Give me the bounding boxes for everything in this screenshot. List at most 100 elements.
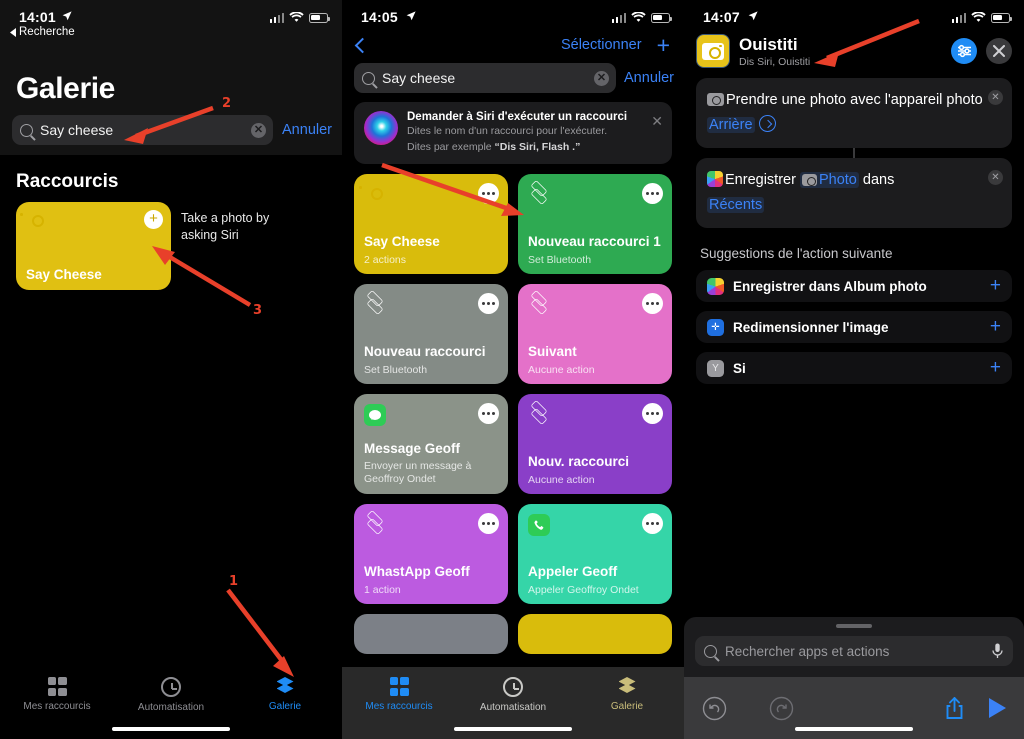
suggestion-row[interactable]: Enregistrer dans Album photo +	[696, 270, 1012, 302]
back-button[interactable]	[354, 37, 371, 53]
search-input[interactable]: Say cheese ✕	[354, 63, 617, 93]
card-menu-button[interactable]	[642, 403, 663, 424]
sidebar-item-galerie[interactable]: Galerie	[570, 667, 684, 739]
grid-icon	[47, 677, 67, 696]
toolbar-right-actions	[944, 696, 1006, 721]
close-button[interactable]	[986, 38, 1012, 64]
chevron-right-icon[interactable]	[758, 115, 776, 132]
shortcut-card[interactable]: Suivant Aucune action	[518, 284, 672, 384]
clear-search-button[interactable]: ✕	[594, 70, 610, 86]
card-menu-button[interactable]	[478, 183, 499, 204]
shortcut-card[interactable]: Nouveau raccourci 1 Set Bluetooth	[518, 174, 672, 274]
search-icon	[362, 71, 375, 85]
tab-label: Mes raccourcis	[23, 701, 91, 712]
panel1-header: 14:01 Recherche Galerie Say cheese ✕ Ann…	[0, 0, 342, 155]
grid-icon	[389, 677, 409, 696]
add-suggestion-button[interactable]: +	[990, 316, 1001, 338]
status-indicators	[951, 12, 1012, 23]
shortcut-card[interactable]: Nouv. raccourci Aucune action	[518, 394, 672, 494]
clock-icon	[503, 677, 523, 697]
add-button[interactable]: +	[657, 34, 670, 57]
search-row: Say cheese ✕ Annuler	[12, 115, 332, 145]
shortcut-card[interactable]: Message Geoff Envoyer un message à Geoff…	[354, 394, 508, 494]
home-indicator	[795, 726, 913, 731]
camera-icon	[707, 93, 724, 106]
settings-sliders-button[interactable]	[951, 38, 977, 64]
add-suggestion-button[interactable]: +	[990, 275, 1001, 297]
cancel-search-button[interactable]: Annuler	[282, 122, 332, 138]
shortcut-card[interactable]: WhastApp Geoff 1 action	[354, 504, 508, 604]
wifi-icon	[971, 12, 986, 22]
card-menu-button[interactable]	[642, 513, 663, 534]
redo-icon[interactable]	[769, 696, 794, 721]
shortcut-card[interactable]: Appeler Geoff Appeler Geoffroy Ondet	[518, 504, 672, 604]
action-take-photo[interactable]: Prendre une photo avec l'appareil photo …	[696, 78, 1012, 148]
messages-icon	[364, 404, 386, 426]
remove-action-button[interactable]: ✕	[988, 170, 1003, 185]
card-menu-button[interactable]	[478, 403, 499, 424]
sliders-icon	[957, 44, 971, 58]
resize-icon: ✛	[707, 318, 724, 336]
sidebar-item-mes-raccourcis[interactable]: Mes raccourcis	[0, 667, 114, 739]
search-value: Say cheese	[382, 70, 456, 86]
close-icon[interactable]: ✕	[651, 113, 663, 130]
siri-banner-text: Demander à Siri d'exécuter un raccourci …	[407, 111, 627, 155]
shortcut-card-partial[interactable]	[518, 614, 672, 654]
add-shortcut-plus[interactable]: +	[144, 210, 163, 229]
shortcut-card[interactable]: Say Cheese 2 actions	[354, 174, 508, 274]
sheet-grabber[interactable]	[836, 624, 872, 628]
shortcut-icon[interactable]	[696, 34, 730, 68]
card-subtitle: Aucune action	[528, 364, 595, 376]
action-token-camera[interactable]: Arrière	[707, 117, 755, 133]
add-suggestion-button[interactable]: +	[990, 357, 1001, 379]
search-input[interactable]: Say cheese ✕	[12, 115, 274, 145]
sheet-search-input[interactable]: Rechercher apps et actions	[695, 636, 1013, 666]
shortcut-card-partial[interactable]	[354, 614, 508, 654]
action-text: Enregistrer	[725, 172, 800, 188]
clear-search-button[interactable]: ✕	[251, 122, 267, 138]
search-value: Say cheese	[40, 122, 114, 138]
location-arrow-icon	[62, 11, 72, 21]
shortcut-card[interactable]: Nouveau raccourci Set Bluetooth	[354, 284, 508, 384]
siri-banner-line1: Dites le nom d'un raccourci pour l'exécu…	[407, 125, 608, 137]
select-button[interactable]: Sélectionner	[561, 37, 642, 53]
play-icon[interactable]	[989, 698, 1006, 718]
action-token-album[interactable]: Récents	[707, 197, 765, 213]
card-menu-button[interactable]	[478, 293, 499, 314]
card-subtitle: Aucune action	[528, 474, 595, 486]
card-title: Nouveau raccourci	[364, 344, 486, 359]
editor-header-actions	[951, 38, 1012, 64]
annotation-number-2: 2	[222, 96, 232, 111]
clock-icon	[161, 677, 181, 697]
action-text: Prendre une photo avec l'appareil photo	[726, 92, 983, 108]
status-bar: 14:07	[684, 0, 1024, 30]
cancel-search-button[interactable]: Annuler	[624, 70, 674, 86]
sidebar-item-galerie[interactable]: Galerie	[228, 667, 342, 739]
remove-action-button[interactable]: ✕	[988, 90, 1003, 105]
card-subtitle: 2 actions	[364, 254, 407, 266]
nav-actions: Sélectionner +	[561, 34, 670, 57]
page-title: Galerie	[16, 72, 115, 105]
editor-header: Ouistiti Dis Siri, Ouistiti	[684, 30, 1024, 68]
action-save-photo[interactable]: Enregistrer Photo dans Récents ✕	[696, 158, 1012, 228]
sidebar-item-mes-raccourcis[interactable]: Mes raccourcis	[342, 667, 456, 739]
suggestion-row[interactable]: ✛ Redimensionner l'image +	[696, 311, 1012, 343]
actions-list: Prendre une photo avec l'appareil photo …	[684, 68, 1024, 228]
undo-icon[interactable]	[702, 696, 727, 721]
siri-banner-title: Demander à Siri d'exécuter un raccourci	[407, 111, 628, 123]
card-menu-button[interactable]	[478, 513, 499, 534]
card-menu-button[interactable]	[642, 293, 663, 314]
shortcut-phrase: Dis Siri, Ouistiti	[739, 55, 811, 68]
shortcut-card-say-cheese[interactable]: + Say Cheese	[16, 202, 171, 290]
suggestion-label: Redimensionner l'image	[733, 319, 889, 335]
home-indicator	[112, 726, 230, 731]
card-menu-button[interactable]	[642, 183, 663, 204]
card-subtitle: Set Bluetooth	[364, 364, 428, 376]
suggestion-row[interactable]: Y Si +	[696, 352, 1012, 384]
tab-label: Automatisation	[479, 702, 547, 713]
action-token-photo[interactable]: Photo	[799, 172, 859, 188]
status-time: 14:05	[361, 9, 398, 25]
microphone-icon[interactable]	[992, 643, 1003, 659]
share-icon[interactable]	[944, 696, 965, 721]
siri-banner[interactable]: Demander à Siri d'exécuter un raccourci …	[354, 102, 672, 164]
